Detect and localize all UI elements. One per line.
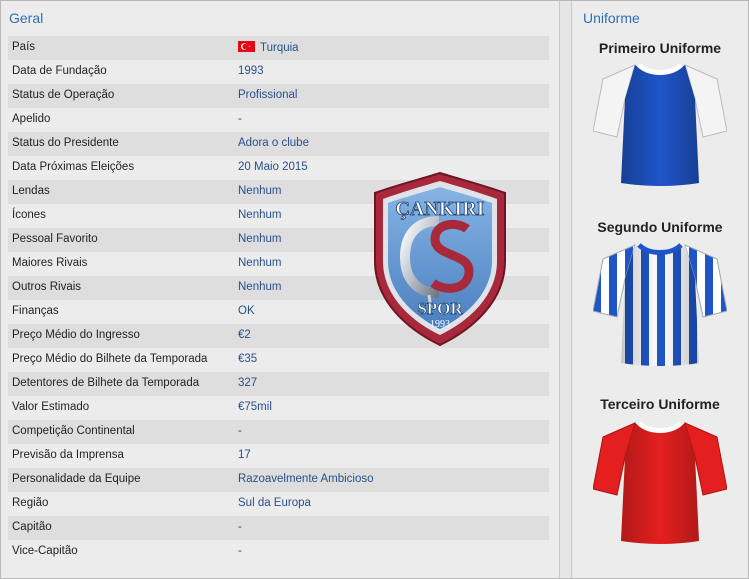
info-row-value[interactable]: €2 bbox=[238, 329, 251, 341]
crest-top-text: ÇANKIRI bbox=[396, 198, 485, 220]
info-row-label: Pessoal Favorito bbox=[12, 233, 98, 245]
terceiro-uniforme-title: Terceiro Uniforme bbox=[600, 396, 720, 412]
info-row-value-text: Profissional bbox=[238, 89, 298, 101]
info-row-value-text: €2 bbox=[238, 329, 251, 341]
geral-panel-title: Geral bbox=[9, 10, 44, 26]
uniforme-panel: Uniforme Primeiro Uniforme Segundo Unifo… bbox=[571, 1, 748, 578]
info-row-value[interactable]: Sul da Europa bbox=[238, 497, 311, 509]
info-row-label: Preço Médio do Ingresso bbox=[12, 329, 140, 341]
info-row-label: País bbox=[12, 41, 36, 53]
info-row: Valor Estimado €75mil bbox=[8, 396, 549, 420]
info-row-value: - bbox=[238, 425, 242, 437]
info-row-value[interactable]: OK bbox=[238, 305, 255, 317]
info-row-label: Lendas bbox=[12, 185, 50, 197]
info-row-label: Outros Rivais bbox=[12, 281, 82, 293]
info-row-value[interactable]: 17 bbox=[238, 449, 251, 461]
info-row-label: Região bbox=[12, 497, 49, 509]
info-row-value-text: €35 bbox=[238, 353, 258, 365]
info-row-value[interactable]: €35 bbox=[238, 353, 257, 365]
info-row-value[interactable]: Nenhum bbox=[238, 257, 281, 269]
info-row-value-text: Adora o clube bbox=[238, 137, 309, 149]
geral-panel: Geral País Turquia Data de Fundação 1993 Sta… bbox=[1, 1, 560, 578]
crest-year-text: 1993 bbox=[430, 319, 450, 330]
info-row-label: Finanças bbox=[12, 305, 59, 317]
info-row: Competição Continental - bbox=[8, 420, 549, 444]
info-row-label: Capitão bbox=[12, 521, 52, 533]
info-row: Preço Médio do Bilhete da Temporada €35 bbox=[8, 348, 549, 372]
info-row: Apelido - bbox=[8, 108, 549, 132]
info-row: Status do Presidente Adora o clube bbox=[8, 132, 549, 156]
info-row-value-text: - bbox=[238, 545, 242, 557]
info-row-value[interactable]: Nenhum bbox=[238, 209, 281, 221]
info-row: Personalidade da Equipe Razoavelmente Amb… bbox=[8, 468, 549, 492]
info-row: Capitão - bbox=[8, 516, 549, 540]
info-row-value[interactable]: Nenhum bbox=[238, 281, 281, 293]
uniforme-panel-title: Uniforme bbox=[583, 10, 640, 26]
info-row-label: Vice-Capitão bbox=[12, 545, 78, 557]
info-row-value-text: Sul da Europa bbox=[238, 497, 311, 509]
info-row-label: Valor Estimado bbox=[12, 401, 90, 413]
info-row-value[interactable]: Turquia bbox=[238, 41, 299, 54]
info-row-value-text: Nenhum bbox=[238, 257, 282, 269]
info-row-value[interactable]: 1993 bbox=[238, 65, 264, 77]
info-row-value-text: - bbox=[238, 521, 242, 533]
info-row: Vice-Capitão - bbox=[8, 540, 549, 564]
info-row-value-text: Nenhum bbox=[238, 233, 282, 245]
info-row-value-text: - bbox=[238, 425, 242, 437]
info-row-value-text: €75mil bbox=[238, 401, 272, 413]
terceiro-uniforme-shirt[interactable] bbox=[593, 417, 727, 545]
info-row-value-text: 17 bbox=[238, 449, 251, 461]
info-row-value[interactable]: Razoavelmente Ambicioso bbox=[238, 473, 374, 485]
info-row-label: Preço Médio do Bilhete da Temporada bbox=[12, 353, 208, 365]
info-row-value-text: OK bbox=[238, 305, 255, 317]
segundo-uniforme-title: Segundo Uniforme bbox=[597, 219, 723, 235]
primeiro-uniforme-shirt[interactable] bbox=[593, 59, 727, 187]
info-row-label: Apelido bbox=[12, 113, 51, 125]
info-row-value[interactable]: Profissional bbox=[238, 89, 297, 101]
info-row-label: Competição Continental bbox=[12, 425, 135, 437]
info-row: Previsão da Imprensa 17 bbox=[8, 444, 549, 468]
primeiro-uniforme-title: Primeiro Uniforme bbox=[598, 40, 722, 56]
info-row-label: Status do Presidente bbox=[12, 137, 119, 149]
info-row: País Turquia bbox=[8, 36, 549, 60]
info-row-value: - bbox=[238, 521, 242, 533]
info-row-value[interactable]: 327 bbox=[238, 377, 257, 389]
info-row: Detentores de Bilhete da Temporada 327 bbox=[8, 372, 549, 396]
info-row-value[interactable]: Adora o clube bbox=[238, 137, 309, 149]
info-row-value-text: 1993 bbox=[238, 65, 264, 77]
info-row-label: Maiores Rivais bbox=[12, 257, 88, 269]
info-row-value-text: Turquia bbox=[260, 42, 299, 54]
info-row: Data de Fundação 1993 bbox=[8, 60, 549, 84]
info-row-label: Data de Fundação bbox=[12, 65, 107, 77]
club-crest-logo: ÇANKIRI SPOR 1993 bbox=[374, 171, 506, 347]
info-row-value-text: Nenhum bbox=[238, 209, 282, 221]
segundo-uniforme-shirt[interactable] bbox=[593, 239, 727, 367]
info-row-label: Personalidade da Equipe bbox=[12, 473, 141, 485]
info-row-value-text: 327 bbox=[238, 377, 258, 389]
info-row-value-text: 20 Maio 2015 bbox=[238, 161, 308, 173]
info-row: Status de Operação Profissional bbox=[8, 84, 549, 108]
info-row-label: Data Próximas Eleições bbox=[12, 161, 135, 173]
info-row-label: Ícones bbox=[12, 209, 46, 221]
info-row-value-text: - bbox=[238, 113, 242, 125]
info-row-value[interactable]: €75mil bbox=[238, 401, 272, 413]
info-row-value-text: Nenhum bbox=[238, 185, 282, 197]
info-row-value[interactable]: Nenhum bbox=[238, 185, 281, 197]
info-row: Região Sul da Europa bbox=[8, 492, 549, 516]
info-row-label: Status de Operação bbox=[12, 89, 115, 101]
crest-bottom-text: SPOR bbox=[417, 299, 463, 318]
info-row-value-text: Nenhum bbox=[238, 281, 282, 293]
info-row-value-text: Razoavelmente Ambicioso bbox=[238, 473, 374, 485]
info-row-label: Detentores de Bilhete da Temporada bbox=[12, 377, 200, 389]
turkey-flag-icon bbox=[238, 41, 255, 52]
info-row-label: Previsão da Imprensa bbox=[12, 449, 124, 461]
info-row-value: - bbox=[238, 545, 242, 557]
info-row-value: - bbox=[238, 113, 242, 125]
info-row-value[interactable]: 20 Maio 2015 bbox=[238, 161, 308, 173]
info-row-value[interactable]: Nenhum bbox=[238, 233, 281, 245]
